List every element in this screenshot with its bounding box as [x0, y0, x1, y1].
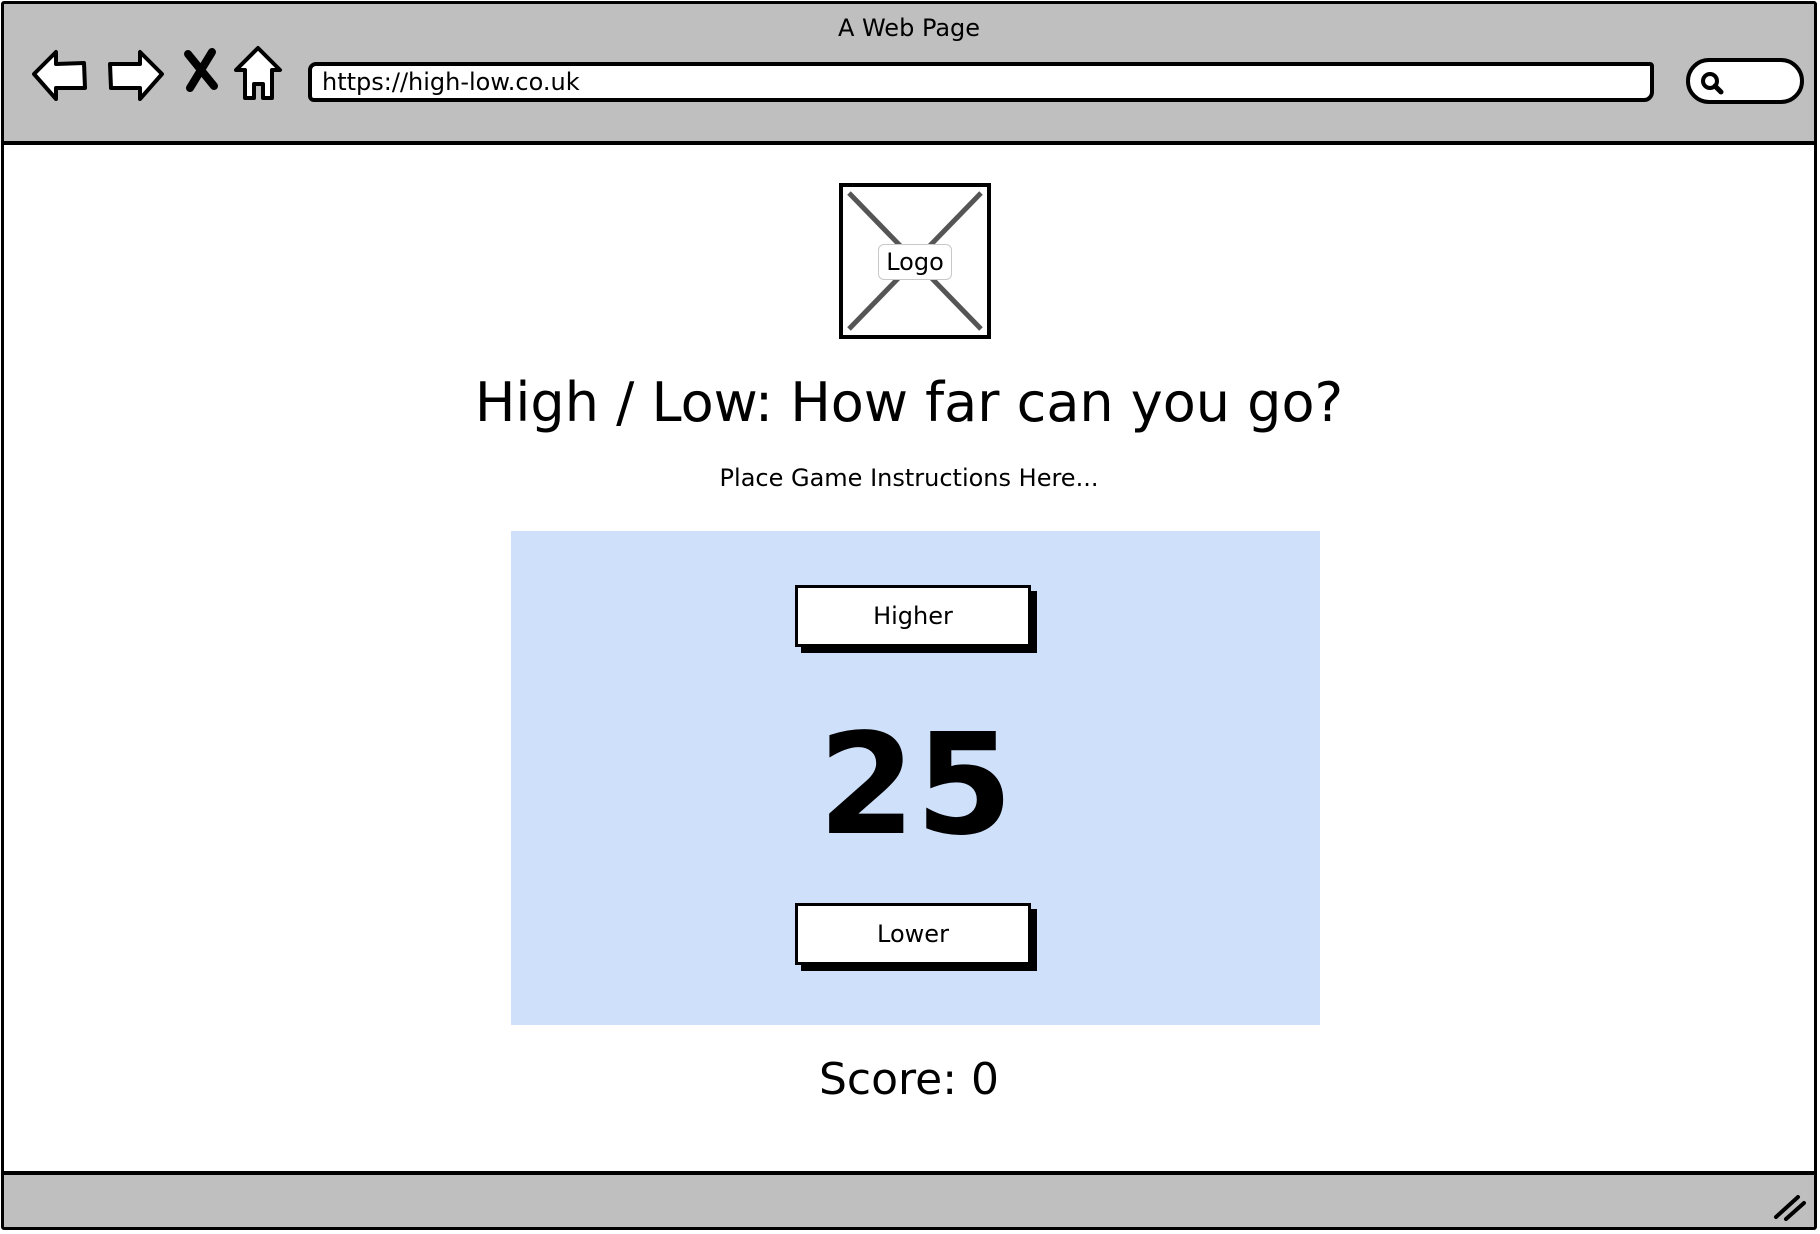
- browser-window: A Web Page https://high-low.co.uk Logo H…: [1, 1, 1817, 1230]
- game-panel: Higher 25 Lower: [511, 531, 1320, 1025]
- resize-grip-icon[interactable]: [1772, 1187, 1808, 1223]
- browser-toolbar: A Web Page: [4, 4, 1814, 145]
- status-bar: [4, 1171, 1814, 1227]
- game-instructions: Place Game Instructions Here...: [719, 464, 1099, 492]
- higher-button[interactable]: Higher: [795, 585, 1031, 647]
- logo-label: Logo: [878, 244, 952, 280]
- current-number: 25: [818, 704, 1013, 867]
- lower-button[interactable]: Lower: [795, 903, 1031, 965]
- home-icon[interactable]: [230, 44, 294, 108]
- browser-search-box[interactable]: [1686, 58, 1804, 104]
- forward-arrow-icon[interactable]: [104, 44, 168, 108]
- search-icon: [1701, 72, 1724, 95]
- url-input[interactable]: [308, 62, 1654, 102]
- page-title: High / Low: How far can you go?: [474, 371, 1344, 434]
- back-arrow-icon[interactable]: [28, 44, 92, 108]
- logo-placeholder: Logo: [839, 183, 991, 339]
- score-display: Score: 0: [818, 1054, 1000, 1105]
- window-title: A Web Page: [837, 14, 981, 42]
